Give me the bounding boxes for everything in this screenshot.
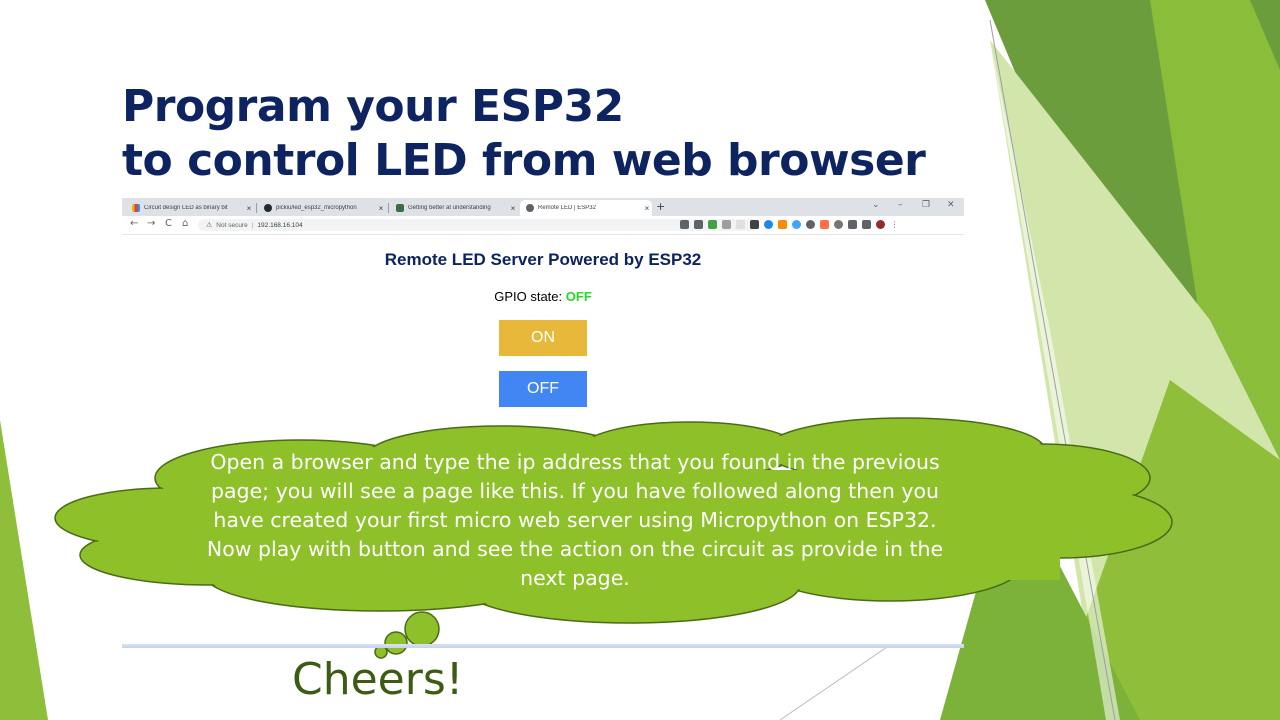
thought-cloud — [54, 417, 1173, 659]
callout-text: Open a browser and type the ip address t… — [206, 450, 944, 590]
divider — [122, 644, 964, 648]
closing-text: Cheers! — [292, 654, 464, 705]
